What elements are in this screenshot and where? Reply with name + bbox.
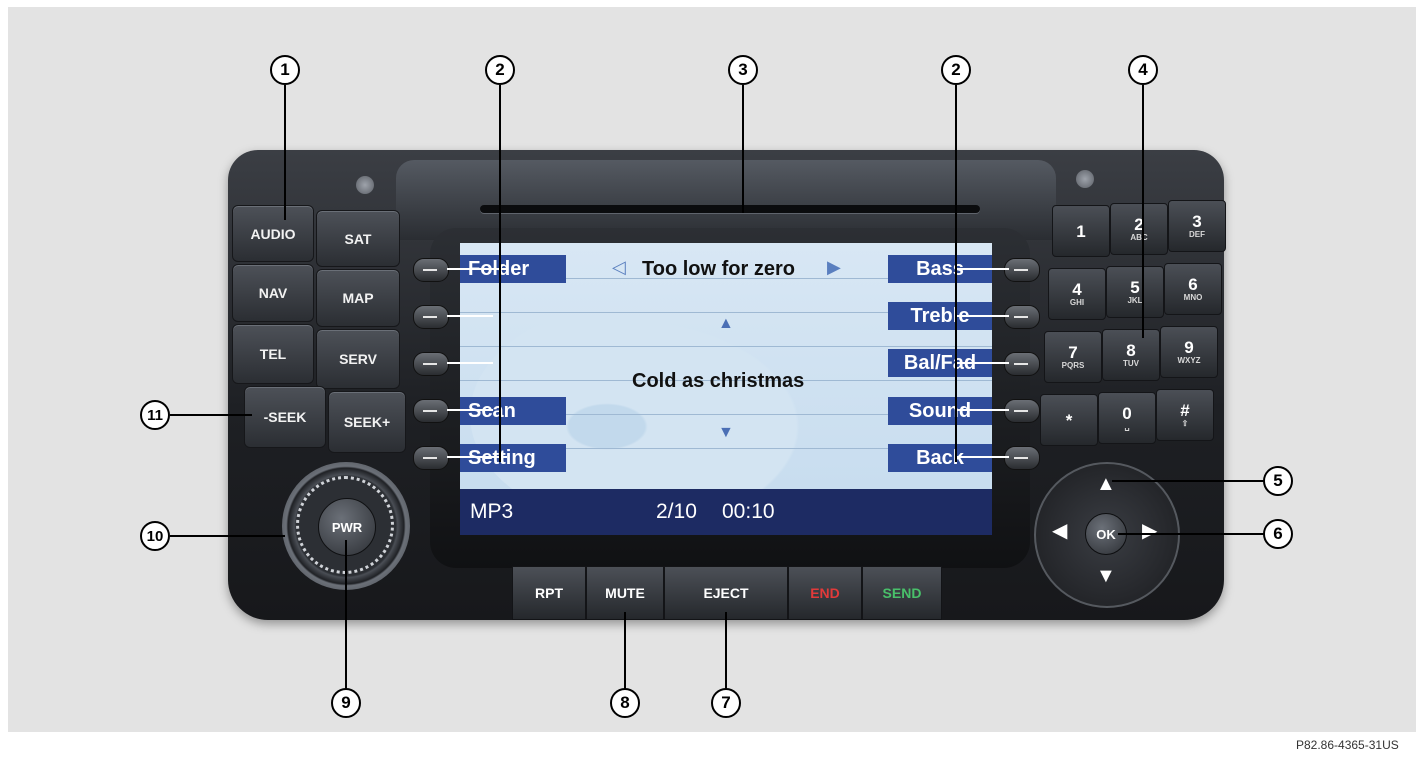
- callout-2-left: 2: [485, 55, 515, 85]
- pointer-line: [447, 362, 493, 364]
- callout-2-right: 2: [941, 55, 971, 85]
- seek-minus-button[interactable]: -SEEK: [244, 386, 326, 448]
- keypad-2[interactable]: 2 ABC: [1110, 203, 1168, 255]
- left-side-key-5[interactable]: [413, 446, 449, 470]
- callout-line-4: [1142, 85, 1144, 338]
- left-side-key-4[interactable]: [413, 399, 449, 423]
- pointer-line: [955, 409, 1009, 411]
- callout-1: 1: [270, 55, 300, 85]
- tel-button[interactable]: TEL: [232, 324, 314, 384]
- elapsed-time: 00:10: [722, 500, 775, 523]
- callout-8: 8: [610, 688, 640, 718]
- callout-7: 7: [711, 688, 741, 718]
- callout-line-8: [624, 612, 626, 690]
- dpad-down-arrow-icon[interactable]: ▼: [1096, 566, 1116, 586]
- dpad-left-arrow-icon[interactable]: ◀: [1052, 521, 1067, 541]
- softkey-back[interactable]: Back: [888, 444, 992, 472]
- song-title: Cold as christmas: [632, 370, 805, 392]
- callout-5: 5: [1263, 466, 1293, 496]
- status-bar: MP3 2/10 00:10: [460, 489, 992, 535]
- right-side-key-1[interactable]: [1004, 258, 1040, 282]
- keypad-0[interactable]: 0 ␣: [1098, 392, 1156, 444]
- keypad-6[interactable]: 6 MNO: [1164, 263, 1222, 315]
- pointer-line: [955, 362, 1009, 364]
- right-side-key-5[interactable]: [1004, 446, 1040, 470]
- keypad-star[interactable]: *: [1040, 394, 1098, 446]
- pointer-line: [955, 456, 1009, 458]
- callout-line-5: [1112, 480, 1264, 482]
- keypad-8[interactable]: 8 TUV: [1102, 329, 1160, 381]
- callout-line-7: [725, 612, 727, 690]
- track-prev-arrow-icon[interactable]: ◁: [612, 257, 626, 278]
- seek-plus-button[interactable]: SEEK+: [328, 391, 406, 453]
- callout-line-3: [742, 85, 744, 213]
- track-title: Too low for zero: [642, 258, 795, 280]
- audio-button[interactable]: AUDIO: [232, 205, 314, 262]
- pointer-line: [447, 315, 493, 317]
- callout-9: 9: [331, 688, 361, 718]
- callout-line-10: [170, 535, 285, 537]
- end-call-button[interactable]: END: [788, 566, 862, 620]
- keypad-3[interactable]: 3 DEF: [1168, 200, 1226, 252]
- keypad-9[interactable]: 9 WXYZ: [1160, 326, 1218, 378]
- serv-button[interactable]: SERV: [316, 329, 400, 389]
- track-position: 2/10: [656, 500, 697, 523]
- keypad-1[interactable]: 1: [1052, 205, 1110, 257]
- keypad-7[interactable]: 7 PQRS: [1044, 331, 1102, 383]
- softkey-scan[interactable]: Scan: [460, 397, 566, 425]
- right-side-key-2[interactable]: [1004, 305, 1040, 329]
- pointer-line: [447, 456, 507, 458]
- callout-line-1: [284, 85, 286, 220]
- nav-button[interactable]: NAV: [232, 264, 314, 322]
- left-side-key-1[interactable]: [413, 258, 449, 282]
- callout-line-6: [1118, 533, 1264, 535]
- callout-line-9: [345, 540, 347, 690]
- dpad-up-arrow-icon[interactable]: ▲: [1096, 474, 1116, 494]
- screen-divider: [460, 346, 992, 347]
- send-call-button[interactable]: SEND: [862, 566, 942, 620]
- left-led-icon: [356, 176, 374, 194]
- cd-slot[interactable]: [480, 205, 980, 213]
- track-next-arrow-icon[interactable]: ▶: [827, 257, 841, 278]
- map-button[interactable]: MAP: [316, 269, 400, 327]
- callout-line-2-right: [955, 85, 957, 462]
- callout-4: 4: [1128, 55, 1158, 85]
- power-button[interactable]: PWR: [318, 498, 376, 556]
- callout-line-2-left: [499, 85, 501, 462]
- softkey-sound[interactable]: Sound: [888, 397, 992, 425]
- callout-10: 10: [140, 521, 170, 551]
- scroll-up-arrow-icon[interactable]: ▲: [718, 315, 734, 333]
- scroll-down-arrow-icon[interactable]: ▼: [718, 424, 734, 442]
- right-led-icon: [1076, 170, 1094, 188]
- softkey-setting[interactable]: Setting: [460, 444, 566, 472]
- right-side-key-4[interactable]: [1004, 399, 1040, 423]
- reference-code: P82.86-4365-31US: [1296, 738, 1399, 752]
- keypad-hash[interactable]: # ⇧: [1156, 389, 1214, 441]
- callout-11: 11: [140, 400, 170, 430]
- keypad-5[interactable]: 5 JKL: [1106, 266, 1164, 318]
- right-side-key-3[interactable]: [1004, 352, 1040, 376]
- callout-6: 6: [1263, 519, 1293, 549]
- pointer-line: [447, 409, 493, 411]
- callout-3: 3: [728, 55, 758, 85]
- dpad-right-arrow-icon[interactable]: ▶: [1142, 521, 1157, 541]
- left-side-key-3[interactable]: [413, 352, 449, 376]
- sat-button[interactable]: SAT: [316, 210, 400, 267]
- pointer-line: [447, 268, 507, 270]
- keypad-4[interactable]: 4 GHI: [1048, 268, 1106, 320]
- rpt-button[interactable]: RPT: [512, 566, 586, 620]
- callout-line-11: [170, 414, 252, 416]
- left-side-key-2[interactable]: [413, 305, 449, 329]
- pointer-line: [955, 268, 1009, 270]
- pointer-line: [955, 315, 1009, 317]
- source-label: MP3: [470, 500, 514, 523]
